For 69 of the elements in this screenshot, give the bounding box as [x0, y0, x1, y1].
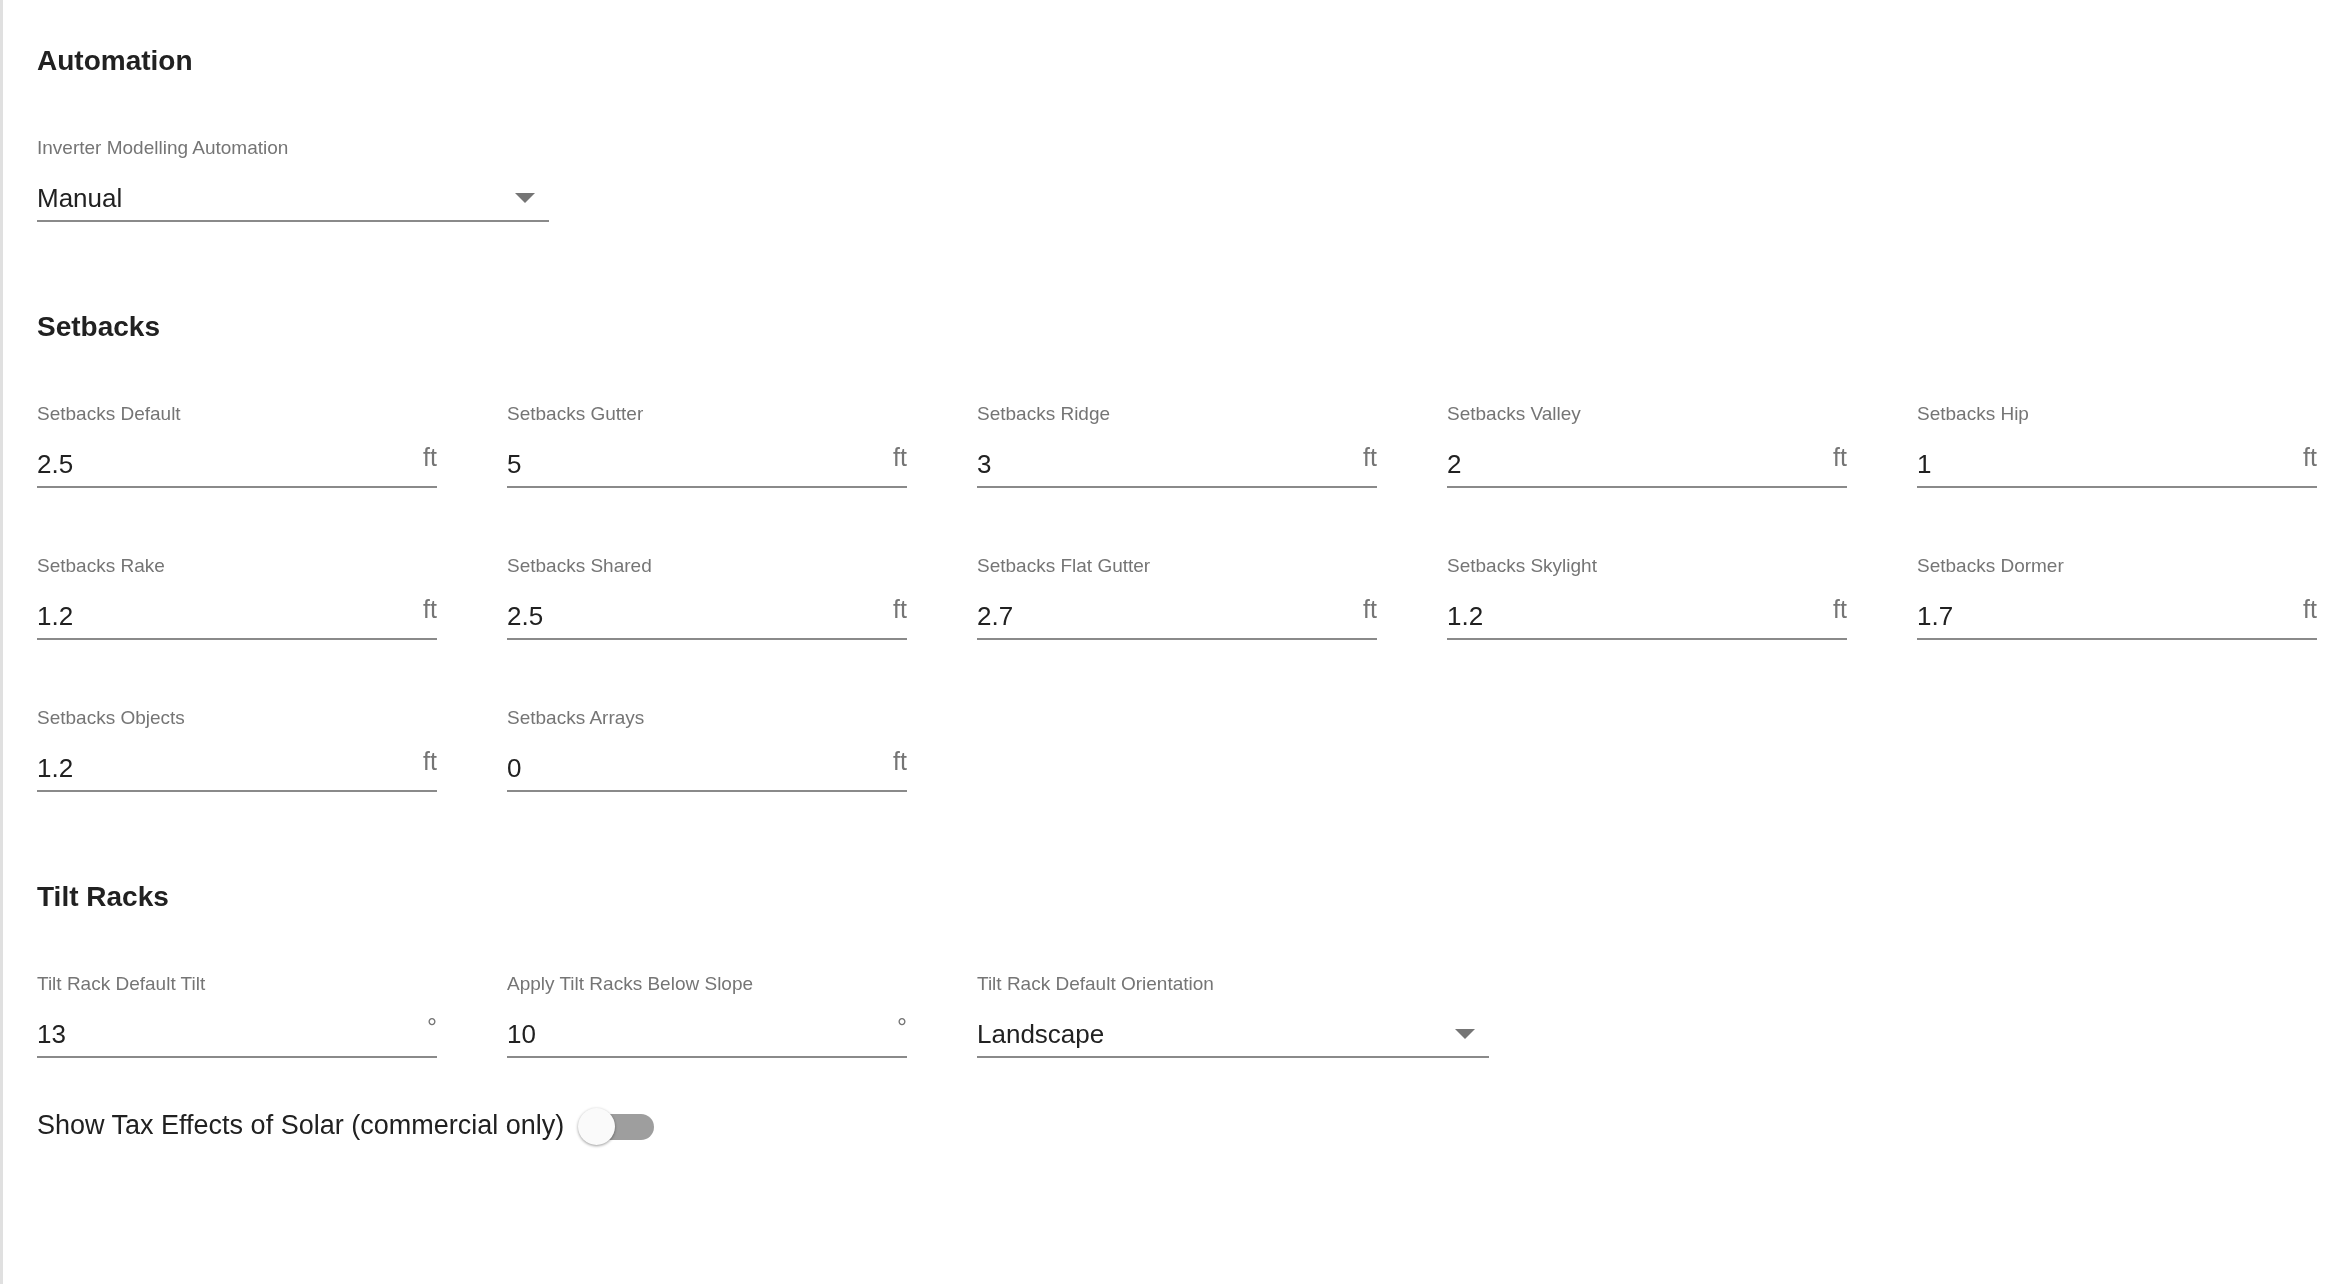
unit-label: ft — [1833, 444, 1847, 470]
field-label: Setbacks Dormer — [1917, 554, 2065, 578]
field-value: 0 — [507, 752, 522, 784]
unit-label: ft — [423, 748, 437, 774]
input-field[interactable]: 13 ° — [37, 1006, 437, 1058]
input-field[interactable]: 5 ft — [507, 436, 907, 488]
input-field[interactable]: 1.7 ft — [1917, 588, 2317, 640]
unit-label: ft — [1833, 596, 1847, 622]
field-label: Tilt Rack Default Tilt — [37, 972, 207, 996]
field-label: Setbacks Flat Gutter — [977, 554, 1152, 578]
unit-label: ° — [897, 1014, 907, 1040]
field-value: 2.5 — [507, 600, 544, 632]
field-value: 1.2 — [37, 600, 74, 632]
toggle-switch[interactable] — [578, 1106, 655, 1144]
unit-label: ft — [893, 444, 907, 470]
unit-label: ft — [423, 596, 437, 622]
unit-label: ft — [1363, 444, 1377, 470]
unit-label: ft — [423, 444, 437, 470]
field-label: Setbacks Ridge — [977, 402, 1112, 426]
input-field[interactable]: 10 ° — [507, 1006, 907, 1058]
input-field[interactable]: 2.5 ft — [507, 588, 907, 640]
field-label: Setbacks Gutter — [507, 402, 645, 426]
field-label: Setbacks Default — [37, 402, 182, 426]
toggle-label: Show Tax Effects of Solar (commercial only) — [37, 1109, 565, 1142]
input-field[interactable]: 0 ft — [507, 740, 907, 792]
input-field[interactable]: 2.5 ft — [37, 436, 437, 488]
field-value: 5 — [507, 448, 522, 480]
field-label: Setbacks Arrays — [507, 706, 646, 730]
unit-label: ft — [893, 748, 907, 774]
input-field[interactable]: 1.2 ft — [37, 588, 437, 640]
input-field[interactable]: 1.2 ft — [1447, 588, 1847, 640]
field-label: Setbacks Rake — [37, 554, 166, 578]
field-value: 2.5 — [37, 448, 74, 480]
field-value: 1.2 — [1447, 600, 1484, 632]
field-value: 1.2 — [37, 752, 74, 784]
input-field[interactable]: 2.7 ft — [977, 588, 1377, 640]
field-value: 2 — [1447, 448, 1462, 480]
field-label: Setbacks Hip — [1917, 402, 2030, 426]
field-label: Inverter Modelling Automation — [37, 136, 290, 160]
field-value: 10 — [507, 1018, 536, 1050]
field-label: Setbacks Objects — [37, 706, 186, 730]
unit-label: ft — [893, 596, 907, 622]
field-value: 1.7 — [1917, 600, 1954, 632]
unit-label: ft — [2303, 444, 2317, 470]
select-field[interactable]: Manual — [37, 170, 549, 222]
field-value: 2.7 — [977, 600, 1014, 632]
field-value: 3 — [977, 448, 992, 480]
select-field[interactable]: Landscape — [977, 1006, 1489, 1058]
input-field[interactable]: 3 ft — [977, 436, 1377, 488]
field-label: Tilt Rack Default Orientation — [977, 972, 1215, 996]
field-label: Setbacks Shared — [507, 554, 653, 578]
caret-icon — [515, 193, 535, 203]
field-label: Setbacks Skylight — [1447, 554, 1598, 578]
input-field[interactable]: 1.2 ft — [37, 740, 437, 792]
field-label: Apply Tilt Racks Below Slope — [507, 972, 755, 996]
field-value: Manual — [37, 182, 123, 214]
field-label: Setbacks Valley — [1447, 402, 1582, 426]
field-value: Landscape — [977, 1018, 1105, 1050]
section-heading: Automation — [37, 44, 194, 78]
field-value: 13 — [37, 1018, 66, 1050]
unit-label: ft — [2303, 596, 2317, 622]
unit-label: ft — [1363, 596, 1377, 622]
field-value: 1 — [1917, 448, 1932, 480]
unit-label: ° — [427, 1014, 437, 1040]
caret-icon — [1455, 1029, 1475, 1039]
input-field[interactable]: 2 ft — [1447, 436, 1847, 488]
section-heading: Setbacks — [37, 310, 161, 344]
input-field[interactable]: 1 ft — [1917, 436, 2317, 488]
section-heading: Tilt Racks — [37, 880, 170, 914]
